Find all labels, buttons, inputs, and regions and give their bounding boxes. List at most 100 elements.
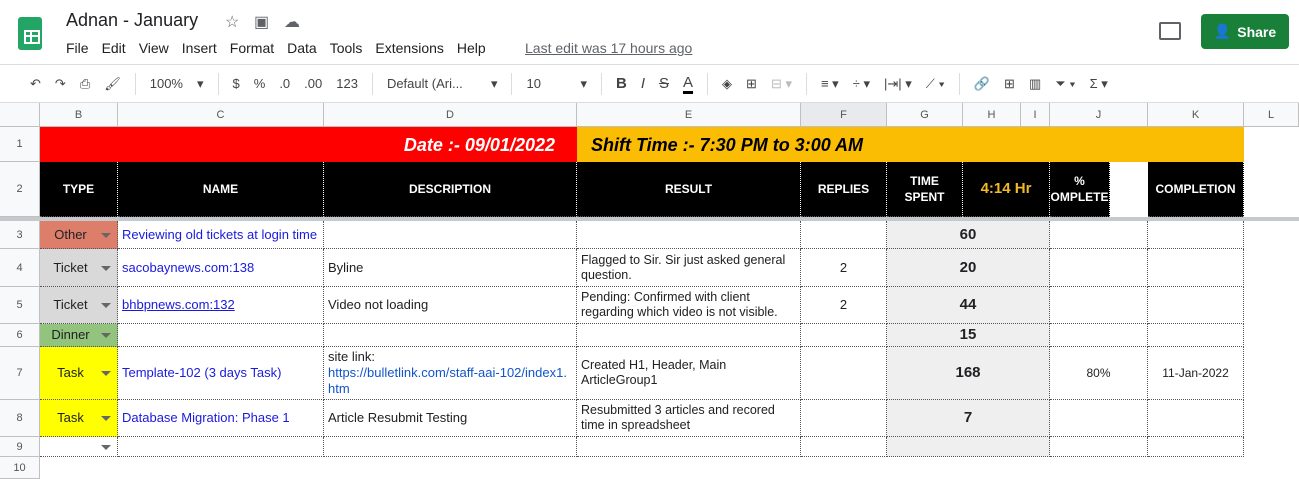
menu-help[interactable]: Help	[457, 40, 486, 56]
replies-cell[interactable]: 2	[801, 287, 887, 324]
row-header-1[interactable]: 1	[0, 127, 40, 162]
borders-icon[interactable]: ⊞	[746, 76, 757, 92]
completion-cell[interactable]	[1148, 324, 1244, 347]
column-header-B[interactable]: B	[40, 103, 118, 127]
row-header-8[interactable]: 8	[0, 400, 40, 437]
redo-icon[interactable]: ↷	[55, 76, 66, 92]
result-cell[interactable]: Pending: Confirmed with client regarding…	[577, 287, 801, 324]
replies-cell[interactable]	[801, 347, 887, 400]
menu-edit[interactable]: Edit	[102, 40, 126, 56]
row-header-10[interactable]: 10	[0, 457, 40, 479]
row-header-9[interactable]: 9	[0, 437, 40, 457]
name-cell[interactable]: Database Migration: Phase 1	[118, 400, 324, 437]
result-cell[interactable]: Resubmitted 3 articles and recored time …	[577, 400, 801, 437]
fill-color-icon[interactable]: ◈	[722, 76, 732, 92]
filter-icon[interactable]: ⏷ ▾	[1055, 76, 1075, 92]
print-icon[interactable]: ⎙	[80, 76, 90, 92]
percent-completed-cell[interactable]	[1050, 287, 1148, 324]
completion-cell[interactable]	[1148, 249, 1244, 287]
replies-cell[interactable]	[801, 324, 887, 347]
type-dropdown[interactable]: Other	[40, 221, 118, 249]
description-cell[interactable]: Byline	[324, 249, 577, 287]
type-dropdown[interactable]	[40, 437, 118, 457]
column-header-H[interactable]: H	[963, 103, 1021, 127]
font-size-select[interactable]: 10	[526, 76, 566, 91]
row-header-5[interactable]: 5	[0, 287, 40, 324]
menu-insert[interactable]: Insert	[182, 40, 217, 56]
functions-icon[interactable]: Σ ▾	[1090, 76, 1108, 92]
more-formats-button[interactable]: 123	[336, 76, 358, 91]
replies-cell[interactable]	[801, 221, 887, 249]
dropdown-arrow-icon[interactable]	[101, 303, 111, 308]
type-dropdown[interactable]: Ticket	[40, 249, 118, 287]
row-header-6[interactable]: 6	[0, 324, 40, 347]
description-cell[interactable]: Video not loading	[324, 287, 577, 324]
row-header-3[interactable]: 3	[0, 221, 40, 249]
description-cell[interactable]	[324, 324, 577, 347]
percent-completed-cell[interactable]	[1050, 400, 1148, 437]
currency-button[interactable]: $	[233, 76, 240, 91]
dropdown-arrow-icon[interactable]	[101, 232, 111, 238]
chevron-down-icon[interactable]: ▾	[580, 76, 587, 92]
menu-view[interactable]: View	[139, 40, 169, 56]
text-color-button[interactable]: A	[683, 74, 694, 94]
link-icon[interactable]: 🔗	[974, 76, 990, 92]
name-cell[interactable]: sacobaynews.com:138	[118, 249, 324, 287]
comment-icon[interactable]	[1159, 22, 1181, 40]
name-cell[interactable]: Template-102 (3 days Task)	[118, 347, 324, 400]
percent-completed-cell[interactable]	[1050, 249, 1148, 287]
time-spent-cell[interactable]	[887, 437, 1050, 457]
replies-cell[interactable]: 2	[801, 249, 887, 287]
type-dropdown[interactable]: Task	[40, 347, 118, 400]
column-header-D[interactable]: D	[324, 103, 577, 127]
result-cell[interactable]: Flagged to Sir. Sir just asked general q…	[577, 249, 801, 287]
undo-icon[interactable]: ↶	[30, 76, 41, 92]
menu-format[interactable]: Format	[230, 40, 274, 56]
increase-decimal-button[interactable]: .00	[304, 76, 322, 91]
time-spent-cell[interactable]: 44	[887, 287, 1050, 324]
paint-format-icon[interactable]: 🖌	[104, 76, 121, 92]
site-link[interactable]: https://bulletlink.com/staff-aai-102/ind…	[328, 365, 572, 397]
move-folder-icon[interactable]: ▣	[254, 12, 269, 32]
vertical-align-icon[interactable]: ÷ ▾	[853, 76, 870, 92]
dropdown-arrow-icon[interactable]	[101, 265, 111, 271]
column-header-F[interactable]: F	[801, 103, 887, 127]
font-select[interactable]: Default (Ari...	[387, 76, 477, 91]
select-all-corner[interactable]	[0, 103, 40, 127]
description-cell[interactable]: site link: https://bulletlink.com/staff-a…	[324, 347, 577, 400]
merge-cells-icon[interactable]: ⊟ ▾	[771, 76, 792, 92]
insert-chart-icon[interactable]: ▥	[1029, 76, 1041, 92]
zoom-select[interactable]: 100%	[150, 76, 183, 91]
column-header-C[interactable]: C	[118, 103, 324, 127]
column-header-I[interactable]: I	[1021, 103, 1050, 127]
dropdown-arrow-icon[interactable]	[101, 371, 111, 376]
time-spent-cell[interactable]: 7	[887, 400, 1050, 437]
dropdown-arrow-icon[interactable]	[101, 444, 111, 450]
horizontal-align-icon[interactable]: ≡ ▾	[821, 76, 839, 92]
replies-cell[interactable]	[801, 400, 887, 437]
description-cell[interactable]	[324, 221, 577, 249]
completion-cell[interactable]: 11-Jan-2022	[1148, 347, 1244, 400]
row-header-4[interactable]: 4	[0, 249, 40, 287]
column-header-K[interactable]: K	[1148, 103, 1244, 127]
name-text[interactable]: bhbpnews.com:132	[122, 297, 235, 313]
percent-completed-cell[interactable]	[1050, 221, 1148, 249]
percent-completed-cell[interactable]	[1050, 324, 1148, 347]
bold-button[interactable]: B	[616, 75, 627, 92]
replies-cell[interactable]	[801, 437, 887, 457]
dropdown-arrow-icon[interactable]	[101, 416, 111, 421]
column-header-L[interactable]: L	[1244, 103, 1299, 127]
menu-file[interactable]: File	[66, 40, 89, 56]
result-cell[interactable]	[577, 437, 801, 457]
menu-extensions[interactable]: Extensions	[375, 40, 443, 56]
time-spent-cell[interactable]: 168	[887, 347, 1050, 400]
row-header-2[interactable]: 2	[0, 162, 40, 217]
chevron-down-icon[interactable]: ▾	[491, 76, 498, 92]
time-spent-cell[interactable]: 20	[887, 249, 1050, 287]
decrease-decimal-button[interactable]: .0	[279, 76, 290, 91]
star-icon[interactable]: ☆	[225, 12, 239, 32]
time-spent-cell[interactable]: 15	[887, 324, 1050, 347]
chevron-down-icon[interactable]: ▾	[197, 76, 204, 92]
column-header-J[interactable]: J	[1050, 103, 1148, 127]
completion-cell[interactable]	[1148, 400, 1244, 437]
